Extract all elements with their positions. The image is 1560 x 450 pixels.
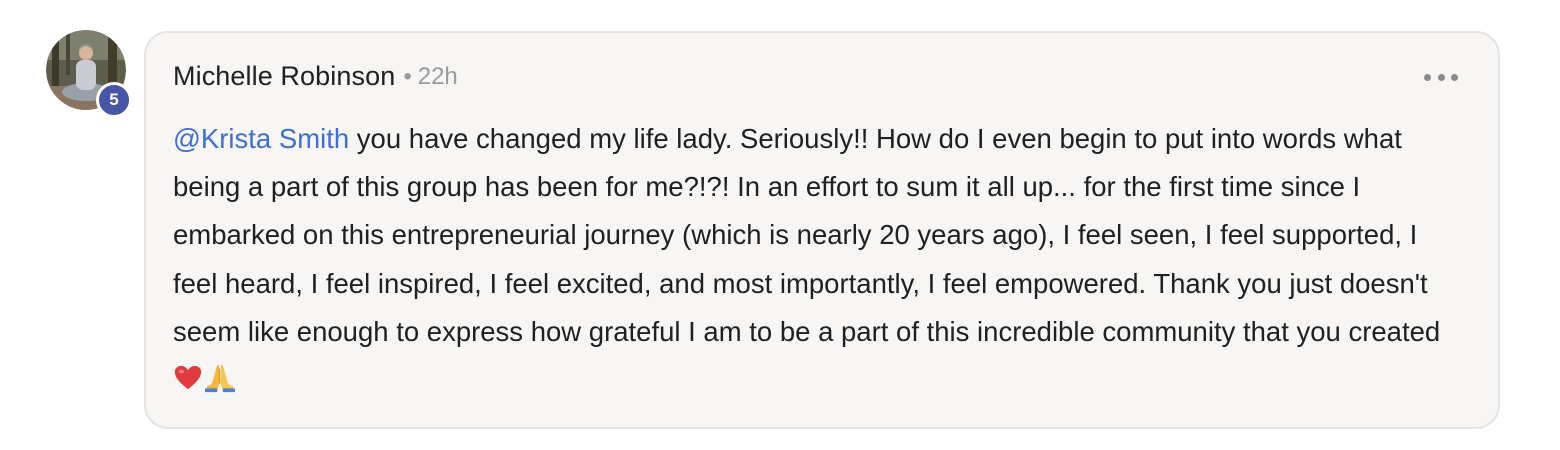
comment-header: Michelle Robinson • 22h [173, 61, 458, 92]
praying-hands-emoji [205, 364, 235, 393]
comment: 5 Michelle Robinson • 22h @Krista Smith … [0, 0, 1560, 450]
more-options-button[interactable] [1424, 69, 1458, 85]
author-avatar-container[interactable]: 5 [46, 30, 132, 118]
more-horizontal-icon-dot [1451, 73, 1458, 81]
heart-emoji [174, 365, 202, 390]
level-badge: 5 [96, 82, 132, 118]
more-horizontal-icon-dot [1437, 73, 1445, 81]
more-horizontal-icon [1424, 73, 1431, 81]
timestamp[interactable]: 22h [418, 63, 458, 91]
comment-body: @Krista Smith you have changed my life l… [173, 115, 1463, 404]
comment-text: you have changed my life lady. Seriously… [173, 123, 1441, 347]
user-mention-link[interactable]: @Krista Smith [173, 123, 349, 154]
separator-dot: • [403, 62, 412, 90]
author-name[interactable]: Michelle Robinson [173, 61, 395, 92]
comment-bubble: Michelle Robinson • 22h @Krista Smith yo… [144, 31, 1500, 429]
